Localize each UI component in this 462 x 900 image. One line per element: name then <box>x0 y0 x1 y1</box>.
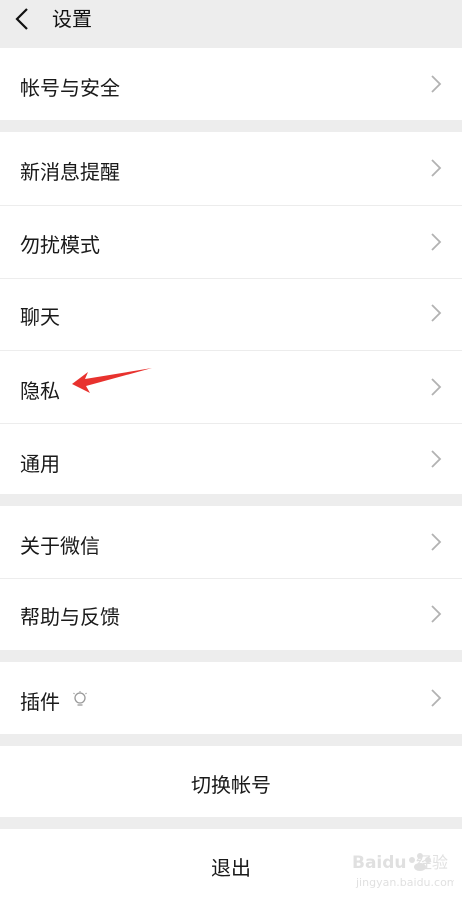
settings-item-label: 帮助与反馈 <box>20 605 120 629</box>
settings-item-help-feedback[interactable]: 帮助与反馈 <box>0 579 462 650</box>
settings-item-notifications[interactable]: 新消息提醒 <box>0 132 462 205</box>
settings-item-label: 插件 <box>20 690 60 714</box>
settings-item-label: 隐私 <box>20 379 60 403</box>
settings-item-label: 帐号与安全 <box>20 76 120 100</box>
watermark-brand: Baidu <box>352 853 407 873</box>
settings-item-label: 通用 <box>20 452 60 476</box>
switch-account-button[interactable]: 切换帐号 <box>0 746 462 817</box>
annotation-arrow-icon <box>72 368 152 393</box>
watermark-url: jingyan.baidu.com <box>355 876 454 889</box>
chevron-right-icon <box>431 605 442 623</box>
chevron-right-icon <box>431 75 442 93</box>
chevron-right-icon <box>431 450 442 468</box>
watermark-brand-cn: 经验 <box>416 853 448 872</box>
settings-item-general[interactable]: 通用 <box>0 424 462 494</box>
settings-item-label: 勿扰模式 <box>20 233 100 257</box>
chevron-right-icon <box>431 304 442 322</box>
bulb-icon <box>73 691 87 706</box>
settings-item-label: 聊天 <box>20 305 60 329</box>
chevron-right-icon <box>431 378 442 396</box>
settings-item-about-wechat[interactable]: 关于微信 <box>0 506 462 578</box>
chevron-right-icon <box>431 533 442 551</box>
settings-item-do-not-disturb[interactable]: 勿扰模式 <box>0 206 462 278</box>
chevron-right-icon <box>431 689 442 707</box>
back-arrow-icon[interactable] <box>12 6 34 32</box>
settings-item-plugins[interactable]: 插件 <box>0 662 462 734</box>
settings-item-label: 新消息提醒 <box>20 160 120 184</box>
page-title: 设置 <box>52 7 92 31</box>
nav-bar: 设置 <box>0 0 462 48</box>
switch-account-label: 切换帐号 <box>191 773 271 797</box>
settings-item-account-security[interactable]: 帐号与安全 <box>0 48 462 120</box>
baidu-jingyan-watermark: Baidu 经验 jingyan.baidu.com <box>352 853 454 889</box>
chevron-right-icon <box>431 233 442 251</box>
settings-item-chat[interactable]: 聊天 <box>0 279 462 350</box>
chevron-right-icon <box>431 159 442 177</box>
settings-item-label: 关于微信 <box>20 534 100 558</box>
